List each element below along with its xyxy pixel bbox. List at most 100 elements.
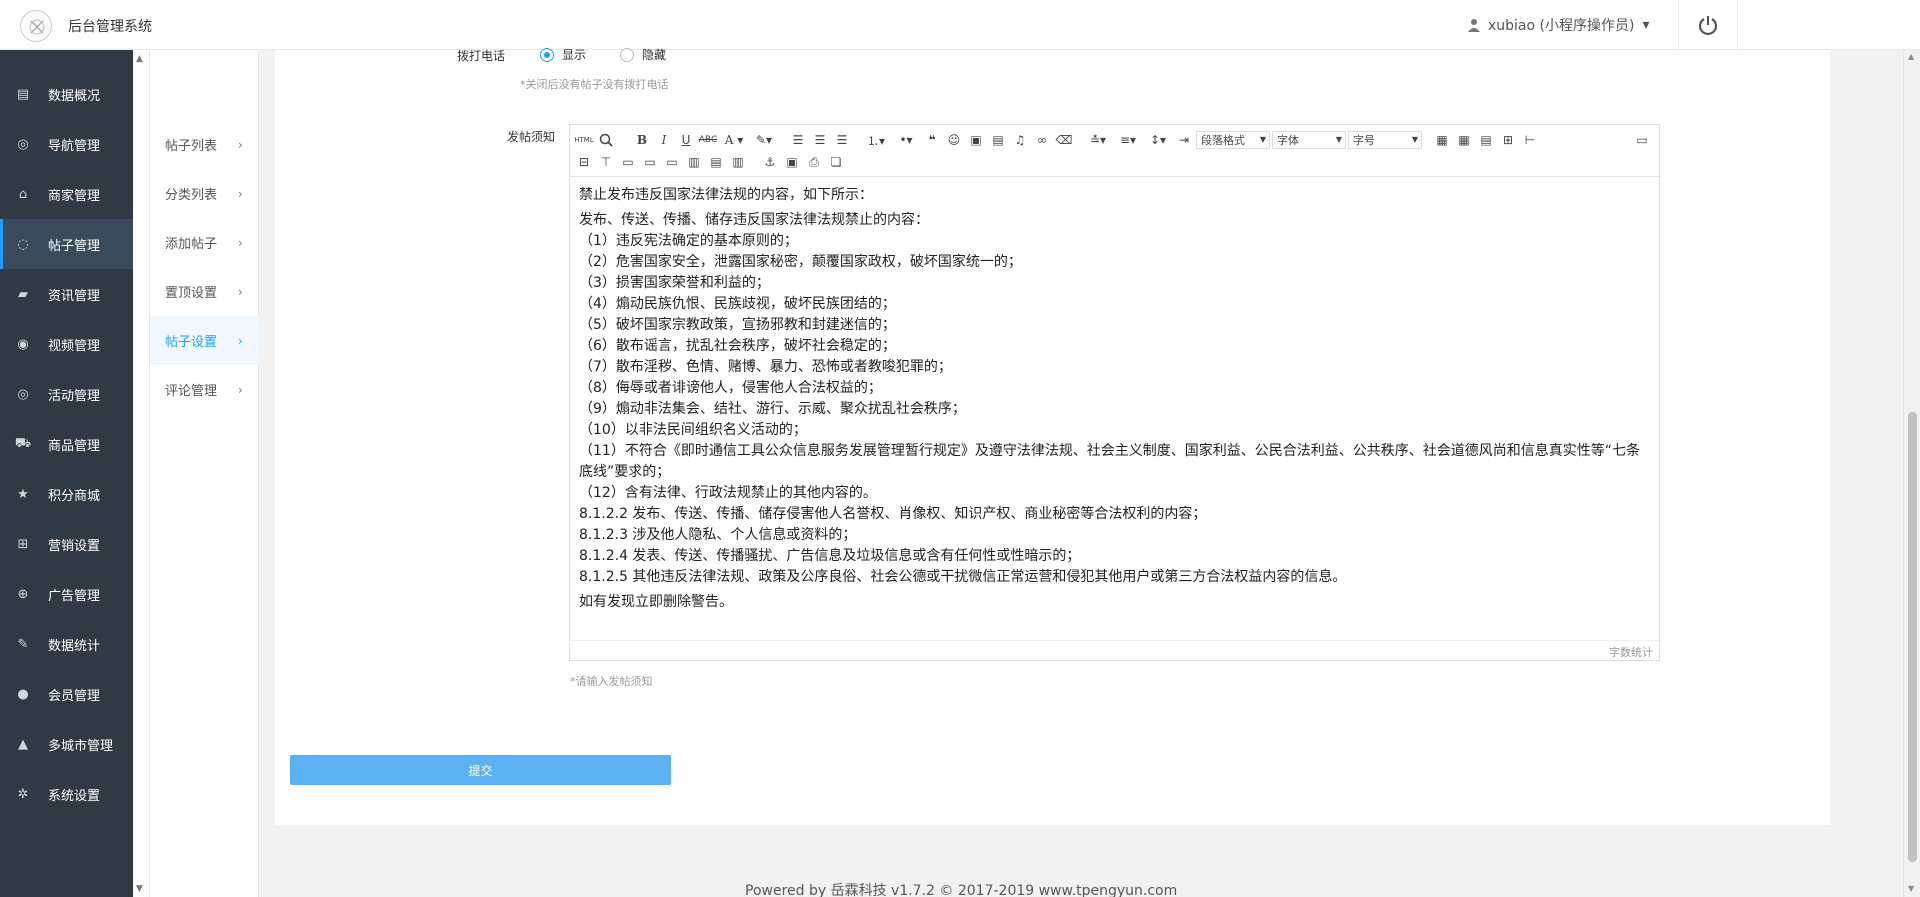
ordered-list-button[interactable]: ⒈▾ [862,131,890,149]
chevron-down-icon: ▾ [1642,17,1650,33]
line-height-icon: ≛▾ [1089,133,1107,147]
col-before-button[interactable]: ⊢ [1520,131,1540,149]
sidebar-item-2[interactable]: ⌂ 商家管理 [0,169,133,219]
strikethrough-button[interactable]: ABC [698,131,718,149]
image-button[interactable]: ▣ [966,131,986,149]
sidebar-item-8[interactable]: ★ 积分商城 [0,469,133,519]
delete-row-icon: ⊟ [578,155,590,169]
highlight-button[interactable]: ✎▾ [750,131,778,149]
scroll-up-icon[interactable]: ▲ [136,54,143,64]
paragraph-format-select[interactable]: 段落格式 ▼ [1196,131,1270,149]
chevron-right-icon: › [238,137,243,152]
sidebar-item-5[interactable]: ◉ 视频管理 [0,319,133,369]
subnav-item-5[interactable]: 评论管理 › [150,365,259,414]
editor-paragraph: 8.1.2.4 发表、传送、传播骚扰、广告信息及垃圾信息或含有任何性或性暗示的； [579,548,1081,564]
user-menu[interactable]: xubiao (小程序操作员) ▾ [1468,15,1649,35]
italic-button[interactable]: I [654,131,674,149]
page-scrollbar[interactable]: ▲ ▼ [1903,50,1920,897]
unordered-list-button[interactable]: •▾ [892,131,920,149]
fullscreen-button[interactable]: ▭ [1632,131,1652,149]
sidebar-item-6[interactable]: ◎ 活动管理 [0,369,133,419]
chevron-down-icon: ▼ [1411,135,1418,144]
logo [20,10,52,42]
music-button[interactable]: ♫ [1010,131,1030,149]
merge-right-button[interactable]: ▭ [640,153,660,171]
align-right-icon: ☰ [836,133,848,147]
para-spacing-button[interactable]: ≡▾ [1114,131,1142,149]
font-size-select[interactable]: 字号 ▼ [1348,131,1422,149]
align-left-button[interactable]: ☰ [788,131,808,149]
sidebar-item-14[interactable]: ✲ 系统设置 [0,769,133,819]
font-color-button[interactable]: A ▾ [720,131,748,149]
radio-show[interactable] [540,48,554,62]
delete-col-button[interactable]: ⊤ [596,153,616,171]
editor-content[interactable]: 禁止发布违反国家法律法规的内容，如下所示： 发布、传送、传播、储存违反国家法律法规… [579,185,1649,613]
italic-icon: I [661,133,667,147]
split-cols-button[interactable]: ▥ [728,153,748,171]
sidebar-item-7[interactable]: ⛟ 商品管理 [0,419,133,469]
html-source-button[interactable]: HTML [574,131,594,149]
sidebar-item-1[interactable]: ◎ 导航管理 [0,119,133,169]
split-cells-button[interactable]: ▥ [684,153,704,171]
video-button[interactable]: ▤ [988,131,1008,149]
template-button[interactable]: ❏ [826,153,846,171]
eraser-button[interactable]: ⌫ [1054,131,1074,149]
chevron-right-icon: › [238,284,243,299]
align-center-button[interactable]: ☰ [810,131,830,149]
link-button[interactable]: ∞ [1032,131,1052,149]
split-cols-icon: ▥ [732,155,744,169]
attachment-button[interactable]: ▣ [782,153,802,171]
bold-button[interactable]: B [632,131,652,149]
editor-paragraph: （12）含有法律、行政法规禁止的其他内容的。 [579,485,877,501]
split-rows-button[interactable]: ▤ [706,153,726,171]
merge-down-button[interactable]: ▭ [662,153,682,171]
scroll-down-icon[interactable]: ▼ [1908,884,1914,893]
indent-button[interactable]: ⇥ [1174,131,1194,149]
logout-button[interactable] [1678,0,1738,50]
font-family-select[interactable]: 字体 ▼ [1272,131,1346,149]
sidebar-item-13[interactable]: ▲ 多城市管理 [0,719,133,769]
quote-button[interactable]: ❝ [922,131,942,149]
merge-down-icon: ▭ [666,155,678,169]
underline-button[interactable]: U [676,131,696,149]
sidebar-item-12[interactable]: ● 会员管理 [0,669,133,719]
subnav-item-0[interactable]: 帖子列表 › [150,120,259,169]
subnav-item-1[interactable]: 分类列表 › [150,169,259,218]
rich-text-editor[interactable]: HTML B I U ABC A ▾ ✎▾ ☰ ☰ ☰ ⒈▾ •▾ ❝ ☺ ▣ … [569,124,1660,661]
row-before-button[interactable]: ⊞ [1498,131,1518,149]
subnav-item-3[interactable]: 置顶设置 › [150,267,259,316]
preview-button[interactable] [596,131,616,149]
scroll-thumb[interactable] [1908,412,1917,862]
subnav-item-label: 帖子列表 [165,139,218,154]
sidebar-item-9[interactable]: ⊞ 营销设置 [0,519,133,569]
align-center-icon: ☰ [814,133,826,147]
radio-hide[interactable] [620,48,634,62]
chevron-right-icon: › [238,333,243,348]
scroll-up-icon[interactable]: ▲ [1908,52,1914,61]
template-icon: ❏ [830,155,842,169]
table-icon: ▦ [1436,133,1448,147]
table-insert-button[interactable]: ▦ [1432,131,1452,149]
merge-cells-button[interactable]: ▭ [618,153,638,171]
line-height-button[interactable]: ≛▾ [1084,131,1112,149]
anchor-button[interactable]: ⚓ [760,153,780,171]
row-spacing-button[interactable]: ↕▾ [1144,131,1172,149]
scroll-down-icon[interactable]: ▼ [136,884,143,894]
table-props-button[interactable]: ▦ [1454,131,1474,149]
sidebar-item-10[interactable]: ⊕ 广告管理 [0,569,133,619]
subnav-item-2[interactable]: 添加帖子 › [150,218,259,267]
sidebar-item-4[interactable]: ▰ 资讯管理 [0,269,133,319]
notice-hint: *请输入发帖须知 [570,675,653,688]
link-icon: ∞ [1037,133,1047,147]
delete-row-button[interactable]: ⊟ [574,153,594,171]
emoji-button[interactable]: ☺ [944,131,964,149]
sidebar-item-0[interactable]: ▤ 数据概况 [0,69,133,119]
subnav-item-4[interactable]: 帖子设置 › [150,316,259,365]
print-button[interactable]: ⎙ [804,153,824,171]
table-title-button[interactable]: ▤ [1476,131,1496,149]
sidebar-item-3[interactable]: ◌ 帖子管理 [0,219,133,269]
submit-button[interactable]: 提交 [290,755,671,785]
align-right-button[interactable]: ☰ [832,131,852,149]
sidebar-item-label: 数据概况 [48,88,101,104]
sidebar-item-11[interactable]: ✎ 数据统计 [0,619,133,669]
